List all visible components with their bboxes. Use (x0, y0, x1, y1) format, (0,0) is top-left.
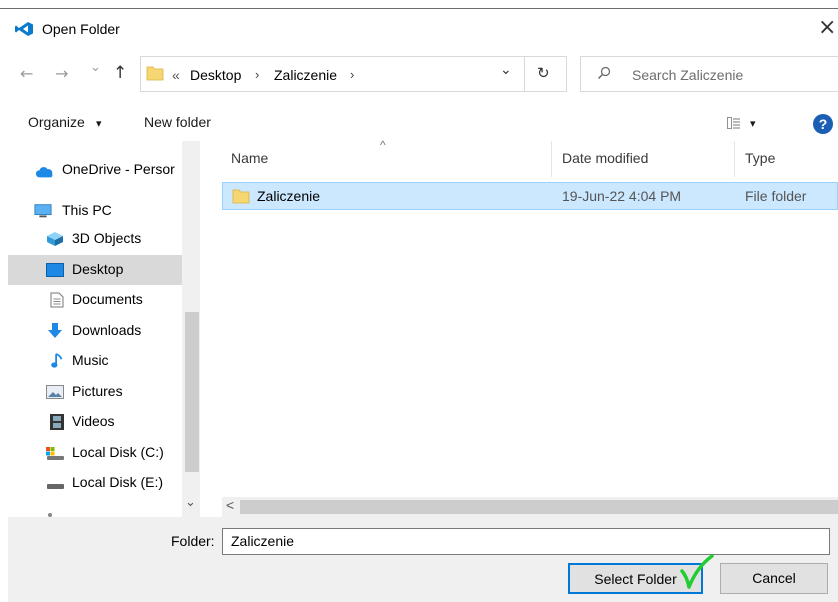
vscode-icon (15, 22, 33, 36)
window-title: Open Folder (42, 21, 120, 37)
column-header-date-modified[interactable]: Date modified (562, 150, 648, 166)
forward-arrow-icon[interactable]: → (55, 64, 68, 83)
back-arrow-icon[interactable]: ← (20, 64, 33, 83)
sidebar-item-label: Documents (72, 291, 143, 307)
file-name-cell[interactable]: Zaliczenie (257, 188, 320, 204)
documents-icon (50, 292, 64, 308)
sort-ascending-icon: ^ (380, 138, 386, 152)
sidebar-item-label: Local Disk (E:) (72, 474, 164, 490)
refresh-icon[interactable]: ↻ (537, 64, 550, 82)
sidebar-item-this-pc[interactable]: This PC (8, 196, 182, 226)
file-type-cell: File folder (745, 188, 807, 204)
cancel-button[interactable]: Cancel (720, 563, 828, 594)
close-icon[interactable]: × (818, 15, 838, 41)
scroll-left-icon[interactable]: < (226, 497, 234, 513)
new-folder-button[interactable]: New folder (144, 114, 211, 130)
folder-input[interactable]: Zaliczenie (222, 528, 830, 555)
search-placeholder[interactable]: Search Zaliczenie (632, 67, 743, 83)
sidebar-item-pictures[interactable]: Pictures (8, 377, 182, 407)
sidebar-item-videos[interactable]: Videos (8, 407, 182, 437)
recent-locations-icon[interactable]: ⌄ (90, 60, 101, 75)
column-header-name[interactable]: Name (231, 150, 268, 166)
address-dropdown-icon[interactable]: ⌄ (500, 62, 512, 78)
folder-icon (232, 189, 250, 204)
sidebar-item-label: Desktop (72, 261, 124, 277)
column-divider[interactable] (734, 141, 735, 177)
sidebar-item-documents[interactable]: Documents (8, 285, 182, 315)
view-options-icon[interactable] (727, 117, 741, 129)
local-disk-c-icon (46, 447, 64, 460)
videos-icon (50, 414, 64, 430)
breadcrumb-overflow[interactable]: « (172, 67, 180, 83)
this-pc-icon (34, 204, 52, 218)
folder-field-label: Folder: (171, 533, 215, 549)
sidebar-item-3d-objects[interactable]: 3D Objects (8, 224, 182, 254)
sidebar-item-onedrive[interactable]: OneDrive - Persor (8, 155, 182, 185)
sidebar-item-label: Videos (72, 413, 115, 429)
sidebar-item-local-disk-e[interactable]: Local Disk (E:) (8, 468, 182, 498)
file-date-cell: 19-Jun-22 4:04 PM (562, 188, 682, 204)
sidebar-item-label: Music (72, 352, 109, 368)
organize-button[interactable]: Organize (28, 114, 85, 130)
sidebar-item-music[interactable]: Music (8, 346, 182, 376)
sidebar-item-label: Pictures (72, 383, 123, 399)
title-bar: Open Folder × (0, 9, 838, 49)
sidebar-item-label: OneDrive - Persor (62, 161, 175, 177)
column-header-type[interactable]: Type (745, 150, 775, 166)
search-icon (598, 66, 611, 79)
folder-icon (146, 66, 164, 81)
sidebar-scroll-down-icon[interactable]: ⌄ (185, 495, 196, 510)
music-icon (51, 353, 63, 368)
downloads-icon (48, 323, 62, 338)
file-list-scrollbar-thumb[interactable] (240, 500, 838, 514)
sidebar-item-downloads[interactable]: Downloads (8, 316, 182, 346)
sidebar-item-label: Local Disk (C:) (72, 444, 164, 460)
sidebar-item-label: Downloads (72, 322, 142, 338)
breadcrumb-zaliczenie[interactable]: Zaliczenie (274, 67, 337, 83)
sidebar-scrollbar-thumb[interactable] (185, 312, 199, 472)
sidebar-item-local-disk-c[interactable]: Local Disk (C:) (8, 438, 182, 468)
3d-objects-icon (47, 232, 63, 246)
local-disk-e-icon (47, 484, 64, 489)
breadcrumb-separator[interactable]: › (255, 67, 259, 82)
breadcrumb-desktop[interactable]: Desktop (190, 67, 241, 83)
sidebar-item-desktop[interactable]: Desktop (8, 255, 182, 285)
breadcrumb-separator[interactable]: › (350, 67, 354, 82)
up-arrow-icon[interactable]: ↑ (113, 63, 127, 83)
view-dropdown-icon[interactable]: ▾ (750, 117, 756, 130)
column-divider[interactable] (551, 141, 552, 177)
pictures-icon (46, 385, 64, 399)
desktop-icon (46, 263, 64, 277)
onedrive-icon (35, 167, 53, 178)
sidebar-item-label: This PC (62, 202, 112, 218)
organize-dropdown-icon[interactable]: ▾ (96, 117, 102, 130)
checkmark-annotation-icon (680, 554, 714, 589)
sidebar-item-label: 3D Objects (72, 230, 142, 246)
help-icon[interactable]: ? (813, 114, 833, 134)
